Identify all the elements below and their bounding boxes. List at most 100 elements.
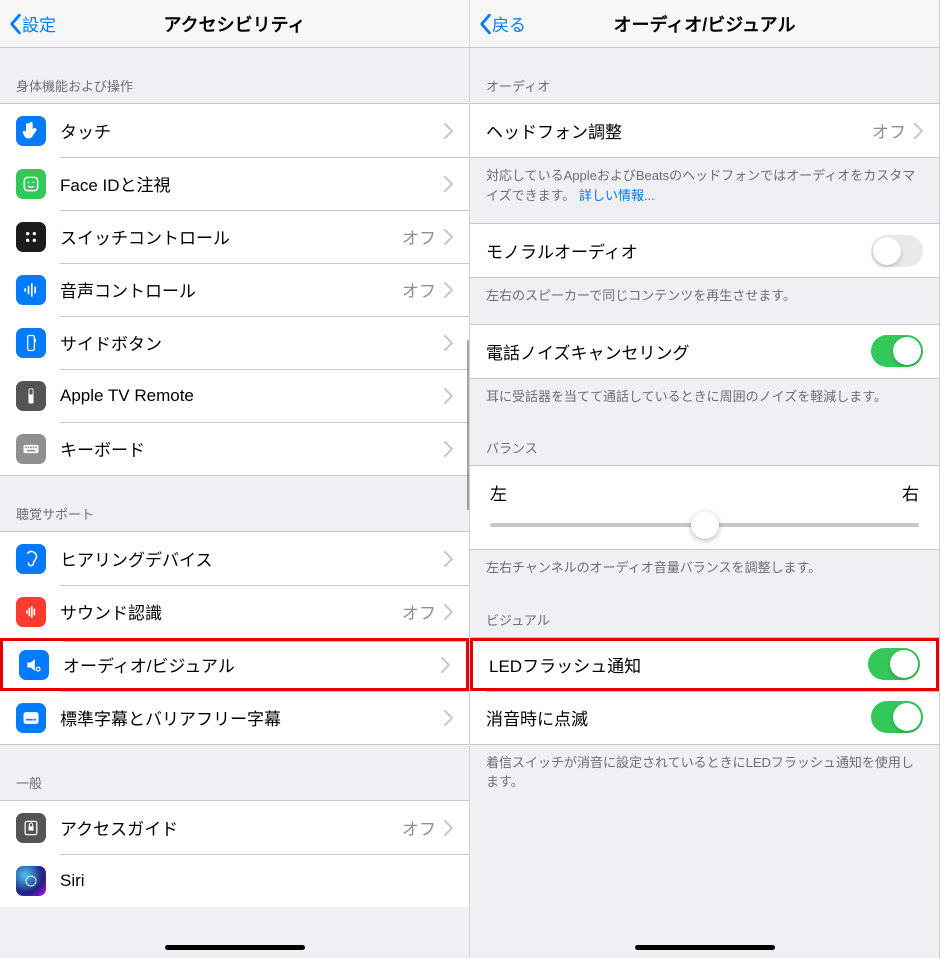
row-subtitles[interactable]: 標準字幕とバリアフリー字幕 xyxy=(0,691,469,744)
row-led-flash: LEDフラッシュ通知 xyxy=(470,638,939,691)
row-label: 音声コントロール xyxy=(60,277,402,302)
side-button-icon xyxy=(16,328,46,358)
row-headphone-adjust[interactable]: ヘッドフォン調整 オフ xyxy=(470,104,939,157)
balance-left-label: 左 xyxy=(490,480,507,505)
row-guided-access[interactable]: アクセスガイド オフ xyxy=(0,801,469,854)
section-header-audio: オーディオ xyxy=(470,48,939,103)
toggle-flash-silent[interactable] xyxy=(871,701,923,733)
row-label: ヘッドフォン調整 xyxy=(486,118,872,143)
balance-right-label: 右 xyxy=(902,480,919,505)
face-id-icon xyxy=(16,169,46,199)
chevron-right-icon xyxy=(444,176,453,192)
balance-slider[interactable] xyxy=(490,523,919,527)
row-value: オフ xyxy=(402,277,436,302)
audio-visual-icon xyxy=(19,650,49,680)
row-label: Siri xyxy=(60,871,453,891)
right-content: オーディオ ヘッドフォン調整 オフ 対応しているAppleおよびBeatsのヘッ… xyxy=(470,48,939,958)
hearing-group: ヒアリングデバイス サウンド認識 オフ オーディオ/ビジュアル 標準字幕とバリア… xyxy=(0,531,469,745)
toggle-led-flash[interactable] xyxy=(868,648,920,680)
row-label: 電話ノイズキャンセリング xyxy=(486,339,871,364)
back-button[interactable]: 戻る xyxy=(470,11,526,36)
section-header-physical: 身体機能および操作 xyxy=(0,48,469,103)
footer-headphone: 対応しているAppleおよびBeatsのヘッドフォンではオーディオをカスタマイズ… xyxy=(470,158,939,209)
home-indicator[interactable] xyxy=(165,945,305,950)
switch-control-icon xyxy=(16,222,46,252)
row-value: オフ xyxy=(402,815,436,840)
voice-control-icon xyxy=(16,275,46,305)
visual-group: LEDフラッシュ通知 消音時に点滅 xyxy=(470,637,939,745)
apple-tv-remote-icon xyxy=(16,381,46,411)
back-label: 戻る xyxy=(492,11,526,36)
row-label: Apple TV Remote xyxy=(60,386,444,406)
toggle-noise-cancel[interactable] xyxy=(871,335,923,367)
row-label: サイドボタン xyxy=(60,330,444,355)
row-face-id[interactable]: Face IDと注視 xyxy=(0,157,469,210)
sound-recognition-icon xyxy=(16,597,46,627)
mono-group: モノラルオーディオ xyxy=(470,223,939,278)
row-label: サウンド認識 xyxy=(60,599,402,624)
physical-group: タッチ Face IDと注視 スイッチコントロール オフ 音声コントロール オフ xyxy=(0,103,469,476)
general-group: アクセスガイド オフ Siri xyxy=(0,800,469,907)
row-value: オフ xyxy=(872,118,906,143)
row-siri[interactable]: Siri xyxy=(0,854,469,907)
guided-access-icon xyxy=(16,813,46,843)
keyboard-icon xyxy=(16,434,46,464)
more-info-link[interactable]: 詳しい情報... xyxy=(579,188,655,203)
row-noise-cancel: 電話ノイズキャンセリング xyxy=(470,325,939,378)
row-label: 標準字幕とバリアフリー字幕 xyxy=(60,705,444,730)
left-phone: 設定 アクセシビリティ 身体機能および操作 タッチ Face IDと注視 スイッ… xyxy=(0,0,470,958)
chevron-right-icon xyxy=(444,551,453,567)
siri-icon xyxy=(16,866,46,896)
footer-noise: 耳に受話器を当てて通話しているときに周囲のノイズを軽減します。 xyxy=(470,379,939,411)
row-touch[interactable]: タッチ xyxy=(0,104,469,157)
footer-balance: 左右チャンネルのオーディオ音量バランスを調整します。 xyxy=(470,550,939,582)
row-side-button[interactable]: サイドボタン xyxy=(0,316,469,369)
row-label: オーディオ/ビジュアル xyxy=(63,652,441,677)
section-header-hearing: 聴覚サポート xyxy=(0,476,469,531)
row-label: キーボード xyxy=(60,436,444,461)
chevron-right-icon xyxy=(444,388,453,404)
page-title: アクセシビリティ xyxy=(0,11,469,37)
row-label: タッチ xyxy=(60,118,444,143)
chevron-right-icon xyxy=(914,123,923,139)
row-sound-recognition[interactable]: サウンド認識 オフ xyxy=(0,585,469,638)
footer-text: 対応しているAppleおよびBeatsのヘッドフォンではオーディオをカスタマイズ… xyxy=(486,168,915,203)
row-label: Face IDと注視 xyxy=(60,171,444,196)
home-indicator[interactable] xyxy=(635,945,775,950)
toggle-mono-audio[interactable] xyxy=(871,235,923,267)
row-hearing-devices[interactable]: ヒアリングデバイス xyxy=(0,532,469,585)
chevron-right-icon xyxy=(444,820,453,836)
row-voice-control[interactable]: 音声コントロール オフ xyxy=(0,263,469,316)
row-label: LEDフラッシュ通知 xyxy=(489,652,868,677)
hearing-icon xyxy=(16,544,46,574)
chevron-right-icon xyxy=(444,441,453,457)
scrollbar-indicator[interactable] xyxy=(467,340,470,510)
footer-mono: 左右のスピーカーで同じコンテンツを再生させます。 xyxy=(470,278,939,310)
subtitles-icon xyxy=(16,703,46,733)
row-value: オフ xyxy=(402,599,436,624)
row-label: アクセスガイド xyxy=(60,815,402,840)
row-audio-visual[interactable]: オーディオ/ビジュアル xyxy=(0,638,469,691)
row-flash-on-silent: 消音時に点滅 xyxy=(470,691,939,744)
back-label: 設定 xyxy=(22,11,56,36)
chevron-right-icon xyxy=(444,123,453,139)
chevron-right-icon xyxy=(441,657,450,673)
row-apple-tv-remote[interactable]: Apple TV Remote xyxy=(0,369,469,422)
row-label: 消音時に点滅 xyxy=(486,705,871,730)
left-content: 身体機能および操作 タッチ Face IDと注視 スイッチコントロール オフ xyxy=(0,48,469,958)
slider-thumb[interactable] xyxy=(691,511,719,539)
right-navbar: 戻る オーディオ/ビジュアル xyxy=(470,0,939,48)
balance-control: 左 右 xyxy=(470,465,939,550)
row-keyboard[interactable]: キーボード xyxy=(0,422,469,475)
row-label: モノラルオーディオ xyxy=(486,238,871,263)
left-navbar: 設定 アクセシビリティ xyxy=(0,0,469,48)
page-title: オーディオ/ビジュアル xyxy=(470,11,939,37)
back-button[interactable]: 設定 xyxy=(0,11,56,36)
headphone-group: ヘッドフォン調整 オフ xyxy=(470,103,939,158)
noise-group: 電話ノイズキャンセリング xyxy=(470,324,939,379)
row-switch-control[interactable]: スイッチコントロール オフ xyxy=(0,210,469,263)
section-header-general: 一般 xyxy=(0,745,469,800)
row-label: ヒアリングデバイス xyxy=(60,546,444,571)
touch-icon xyxy=(16,116,46,146)
right-phone: 戻る オーディオ/ビジュアル オーディオ ヘッドフォン調整 オフ 対応しているA… xyxy=(470,0,940,958)
